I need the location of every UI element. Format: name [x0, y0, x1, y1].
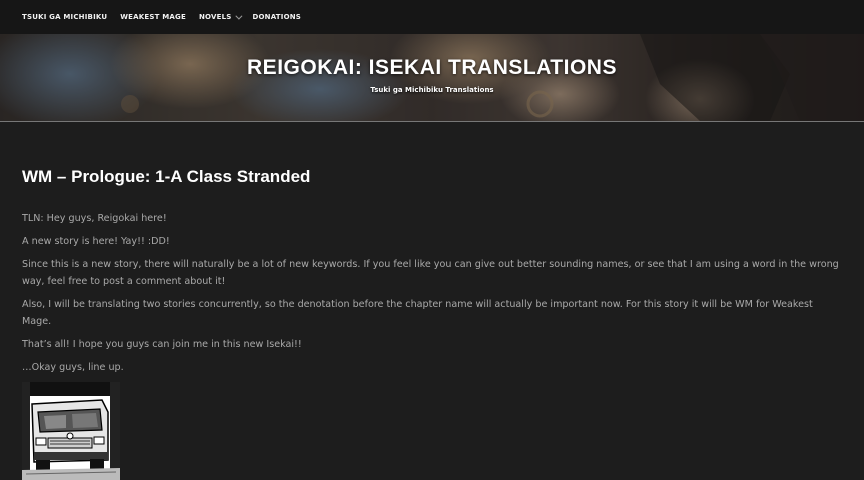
post-paragraph: A new story is here! Yay!! :DD!: [22, 236, 170, 247]
nav-item-label: NOVELS: [198, 13, 232, 21]
site-tagline: Tsuki ga Michibiku Translations: [370, 86, 494, 94]
nav-item-tsuki-ga-michibiku[interactable]: TSUKI GA MICHIBIKU: [22, 13, 107, 21]
nav-item-donations[interactable]: DONATIONS: [253, 13, 302, 21]
nav-item-novels[interactable]: NOVELS: [198, 12, 242, 21]
header-banner: REIGOKAI: ISEKAI TRANSLATIONS Tsuki ga M…: [0, 34, 864, 122]
truck-illustration: [22, 382, 120, 480]
nav-item-label: DONATIONS: [252, 13, 302, 21]
post-paragraph: Also, I will be translating two stories …: [22, 299, 813, 327]
nav-item-label: TSUKI GA MICHIBIKU: [22, 13, 108, 21]
post-content: WM – Prologue: 1-A Class Stranded TLN: H…: [22, 165, 842, 480]
chevron-down-icon: [234, 12, 242, 20]
nav-item-label: WEAKEST MAGE: [120, 13, 186, 21]
post-body: TLN: Hey guys, Reigokai here! A new stor…: [22, 210, 842, 376]
post-paragraph: TLN: Hey guys, Reigokai here!: [22, 213, 167, 224]
post-title: WM – Prologue: 1-A Class Stranded: [22, 167, 311, 186]
post-paragraph: That’s all! I hope you guys can join me …: [22, 339, 302, 350]
nav-item-weakest-mage[interactable]: WEAKEST MAGE: [120, 13, 186, 21]
post-paragraph: …Okay guys, line up.: [22, 362, 124, 373]
top-navigation: TSUKI GA MICHIBIKU WEAKEST MAGE NOVELS D…: [0, 0, 864, 34]
site-title[interactable]: REIGOKAI: ISEKAI TRANSLATIONS: [0, 56, 864, 80]
post-paragraph: Since this is a new story, there will na…: [22, 259, 839, 287]
truck-drawing: [22, 382, 120, 480]
